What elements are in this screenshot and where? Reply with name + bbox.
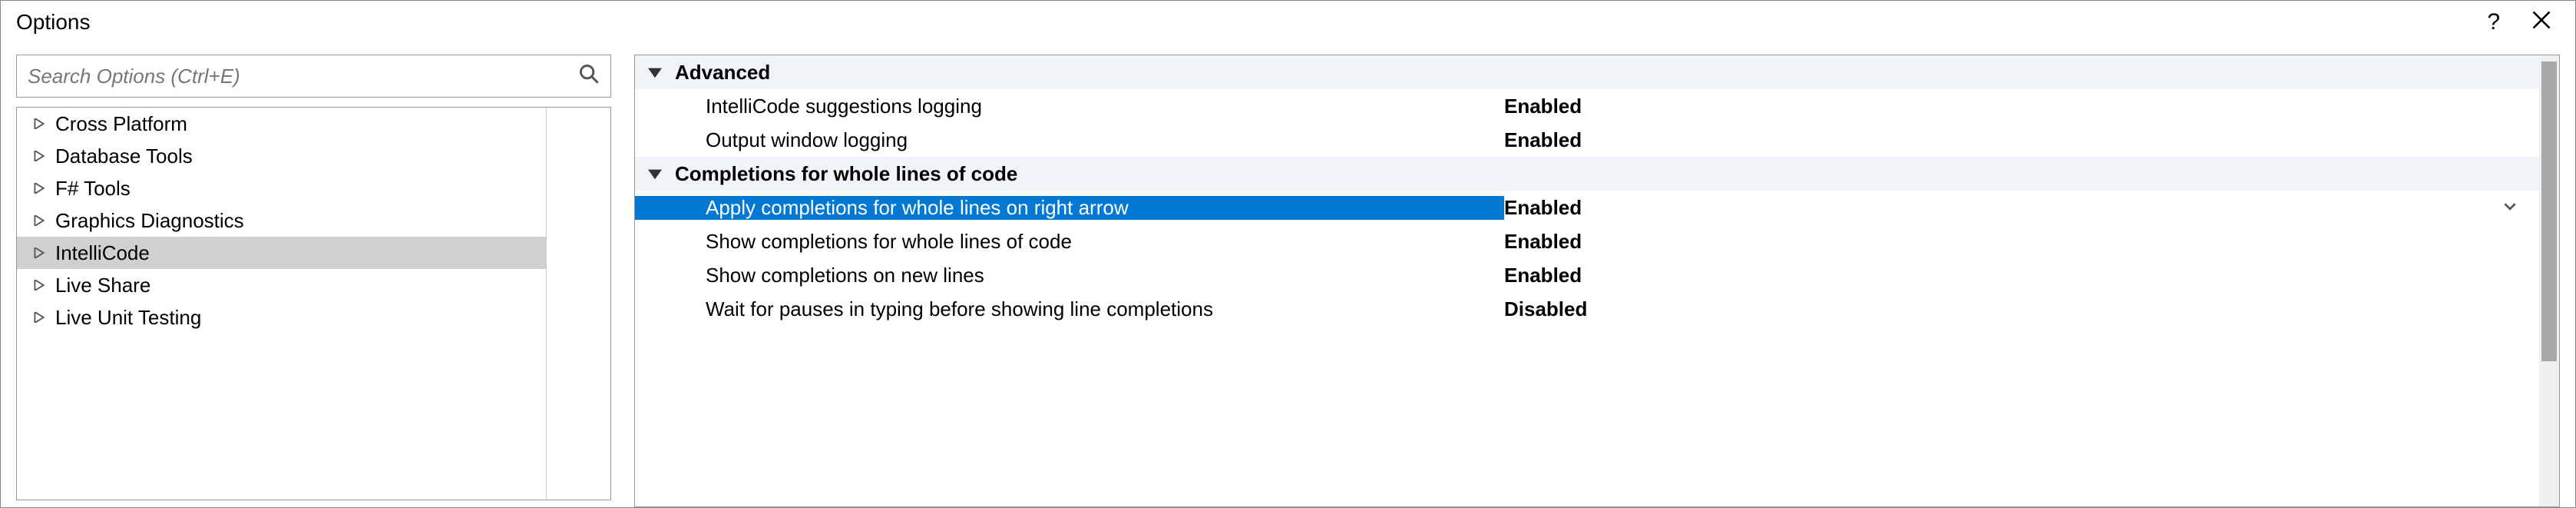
scroll-thumb[interactable] [2541, 61, 2557, 361]
prop-value[interactable]: Disabled [1504, 297, 2539, 321]
prop-label: IntelliCode suggestions logging [675, 95, 1504, 118]
prop-output-window-logging[interactable]: Output window logging Enabled [635, 123, 2539, 157]
tree-item-database-tools[interactable]: Database Tools [17, 140, 546, 172]
tree-item-graphics-diagnostics[interactable]: Graphics Diagnostics [17, 204, 546, 237]
prop-show-completions-new-lines[interactable]: Show completions on new lines Enabled [635, 258, 2539, 292]
prop-value-text: Enabled [1504, 196, 1582, 219]
help-button[interactable]: ? [2464, 9, 2523, 35]
tree-item-live-unit-testing[interactable]: Live Unit Testing [17, 301, 546, 334]
tree-item-label: Graphics Diagnostics [55, 209, 244, 233]
window-title: Options [16, 10, 91, 35]
expand-expanded-icon [635, 167, 675, 181]
expand-collapsed-icon [31, 115, 48, 132]
prop-show-completions-whole-lines[interactable]: Show completions for whole lines of code… [635, 224, 2539, 258]
expand-collapsed-icon [31, 148, 48, 164]
tree-item-fsharp-tools[interactable]: F# Tools [17, 172, 546, 204]
prop-label: Show completions on new lines [675, 264, 1504, 287]
search-box[interactable] [16, 55, 611, 98]
prop-label: Apply completions for whole lines on rig… [635, 196, 1504, 220]
prop-value[interactable]: Enabled [1504, 230, 2539, 254]
search-icon [578, 63, 600, 89]
property-grid: Advanced IntelliCode suggestions logging… [635, 55, 2539, 506]
close-button[interactable] [2523, 9, 2560, 35]
options-tree: Cross Platform Database Tools F# Tools G… [16, 107, 611, 500]
prop-label: Wait for pauses in typing before showing… [675, 297, 1504, 321]
property-grid-panel: Advanced IntelliCode suggestions logging… [634, 55, 2560, 507]
prop-value[interactable]: Enabled [1504, 264, 2539, 287]
chevron-down-icon[interactable] [2502, 196, 2518, 220]
scrollbar-vertical[interactable] [2539, 55, 2559, 506]
expand-expanded-icon [635, 65, 675, 79]
category-label: Completions for whole lines of code [675, 162, 1504, 186]
category-advanced[interactable]: Advanced [635, 55, 2539, 89]
expand-collapsed-icon [31, 212, 48, 229]
prop-label: Output window logging [675, 128, 1504, 152]
prop-intellicode-suggestions-logging[interactable]: IntelliCode suggestions logging Enabled [635, 89, 2539, 123]
titlebar: Options ? [1, 1, 2575, 44]
close-icon [2531, 9, 2552, 31]
prop-wait-for-pauses[interactable]: Wait for pauses in typing before showing… [635, 292, 2539, 326]
prop-value[interactable]: Enabled [1504, 95, 2539, 118]
prop-apply-completions-right-arrow[interactable]: Apply completions for whole lines on rig… [635, 191, 2539, 224]
tree-item-label: Cross Platform [55, 112, 187, 136]
prop-value-dropdown[interactable]: Enabled [1504, 196, 2539, 220]
tree-item-label: F# Tools [55, 177, 131, 201]
category-completions-whole-lines[interactable]: Completions for whole lines of code [635, 157, 2539, 191]
prop-value[interactable]: Enabled [1504, 128, 2539, 152]
prop-label: Show completions for whole lines of code [675, 230, 1504, 254]
tree-item-intellicode[interactable]: IntelliCode [17, 237, 546, 269]
tree-item-label: Live Unit Testing [55, 306, 201, 330]
category-label: Advanced [675, 61, 1504, 85]
tree-item-label: Database Tools [55, 144, 193, 168]
expand-collapsed-icon [31, 277, 48, 294]
options-sidebar: Cross Platform Database Tools F# Tools G… [16, 55, 611, 507]
expand-collapsed-icon [31, 309, 48, 326]
tree-item-cross-platform[interactable]: Cross Platform [17, 108, 546, 140]
expand-collapsed-icon [31, 180, 48, 197]
tree-item-label: Live Share [55, 274, 150, 297]
tree-item-label: IntelliCode [55, 241, 150, 265]
search-input[interactable] [28, 65, 578, 88]
expand-collapsed-icon [31, 244, 48, 261]
tree-item-live-share[interactable]: Live Share [17, 269, 546, 301]
